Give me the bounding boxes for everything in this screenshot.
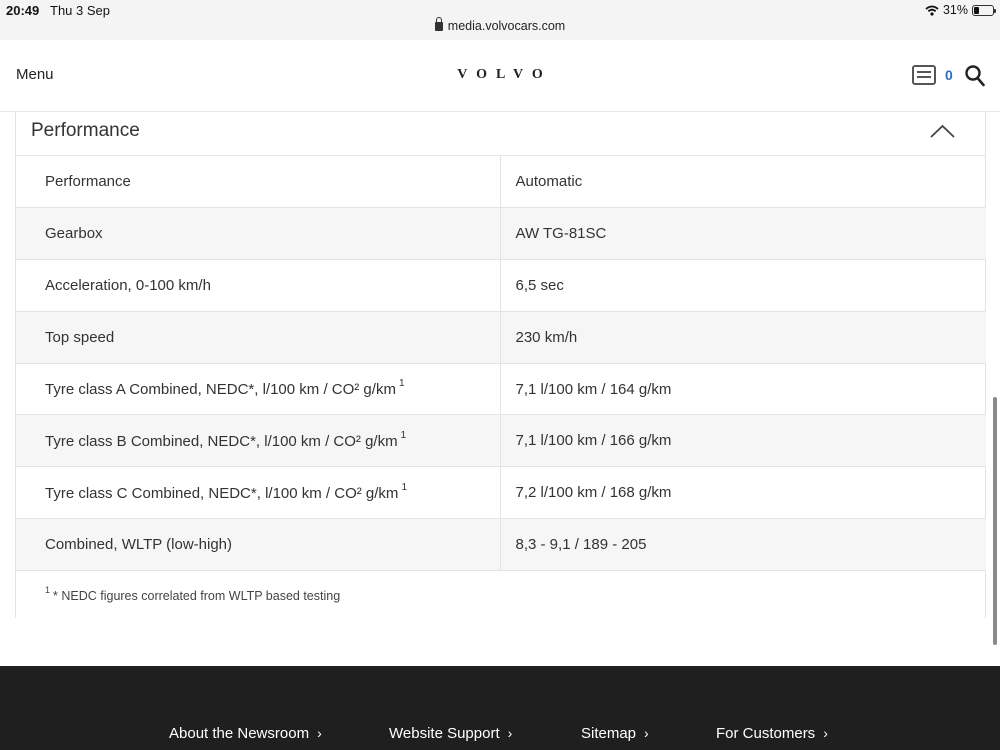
search-icon[interactable]: [965, 65, 985, 87]
spec-label: Performance: [45, 173, 131, 191]
spec-label: Tyre class B Combined, NEDC*, l/100 km /…: [45, 432, 398, 450]
site-header: Menu VOLVO 0: [0, 40, 1000, 112]
spec-value: AW TG-81SC: [500, 207, 986, 261]
status-indicators: 31%: [925, 3, 996, 17]
footer-link-about[interactable]: About the Newsroom ›: [169, 725, 322, 742]
footnote-mark: 1: [45, 584, 51, 595]
spec-value: 7,1 l/100 km / 164 g/km: [500, 363, 986, 416]
spec-value: 230 km/h: [500, 311, 986, 364]
table-row: Combined, WLTP (low-high) 8,3 - 9,1 / 189…: [16, 518, 986, 571]
spec-label: Combined, WLTP (low-high): [45, 535, 233, 553]
table-row: Performance Automatic: [16, 156, 986, 209]
specs-table: Performance Automatic Gearbox AW TG-81SC Acc…: [16, 156, 986, 571]
spec-label: Acceleration, 0-100 km/h: [45, 276, 211, 294]
spec-label: Top speed: [45, 328, 115, 346]
specs-panel: Performance Performance Automatic Gearbox A…: [15, 112, 986, 618]
spec-label-cell: Gearbox: [16, 207, 501, 261]
spec-value: Automatic: [500, 156, 986, 209]
accordion-title: Performance: [31, 120, 140, 141]
cart-count[interactable]: 0: [945, 67, 953, 83]
accordion-header[interactable]: Performance: [16, 112, 985, 156]
footnote-text: * NEDC figures correlated from WLTP base…: [53, 589, 341, 604]
table-row: Acceleration, 0-100 km/h 6,5 sec: [16, 259, 986, 312]
footer-link-label: Sitemap: [581, 725, 637, 742]
footer-link-label: About the Newsroom: [169, 725, 310, 742]
spec-label-cell: Performance: [16, 156, 501, 209]
spec-value: 7,1 l/100 km / 166 g/km: [500, 414, 986, 468]
site-footer: About the Newsroom › Website Support › Sit…: [0, 666, 1000, 750]
spec-value: 8,3 - 9,1 / 189 - 205: [500, 518, 986, 571]
volvo-logo[interactable]: VOLVO: [0, 67, 1000, 83]
footnote: 1 * NEDC figures correlated from WLTP bas…: [16, 571, 985, 603]
battery-percent: 31%: [942, 3, 968, 17]
chevron-right-icon: ›: [823, 725, 828, 741]
table-row: Tyre class A Combined, NEDC*, l/100 km /…: [16, 363, 986, 416]
address-bar[interactable]: media.volvocars.com: [0, 17, 1000, 33]
footer-link-label: Website Support: [389, 725, 500, 742]
table-row: Gearbox AW TG-81SC: [16, 207, 986, 261]
footer-link-support[interactable]: Website Support ›: [389, 725, 512, 742]
table-row: Tyre class B Combined, NEDC*, l/100 km /…: [16, 414, 986, 468]
table-row: Tyre class C Combined, NEDC*, l/100 km /…: [16, 466, 986, 520]
chevron-right-icon: ›: [644, 725, 649, 741]
footer-link-label: For Customers: [716, 725, 816, 742]
chevron-right-icon: ›: [317, 725, 322, 741]
spec-label-cell: Tyre class A Combined, NEDC*, l/100 km /…: [16, 363, 501, 416]
spec-label: Tyre class A Combined, NEDC*, l/100 km /…: [45, 381, 396, 399]
table-row: Top speed 230 km/h: [16, 311, 986, 364]
spec-value: 6,5 sec: [500, 259, 986, 312]
spec-label-cell: Tyre class B Combined, NEDC*, l/100 km /…: [16, 414, 501, 468]
chevron-up-icon[interactable]: [930, 124, 955, 138]
spec-label-cell: Tyre class C Combined, NEDC*, l/100 km /…: [16, 466, 501, 520]
footnote-ref: 1: [401, 481, 407, 493]
wifi-icon: [925, 5, 939, 16]
footer-link-customers[interactable]: For Customers ›: [716, 725, 828, 742]
footnote-ref: 1: [400, 429, 407, 441]
cart-icon[interactable]: [912, 65, 936, 85]
status-time: 20:49: [6, 3, 40, 18]
chevron-right-icon: ›: [507, 725, 513, 741]
spec-label-cell: Combined, WLTP (low-high): [16, 518, 501, 571]
spec-label: Gearbox: [45, 225, 103, 243]
spec-label-cell: Top speed: [16, 311, 501, 364]
spec-label-cell: Acceleration, 0-100 km/h: [16, 259, 501, 312]
spec-label: Tyre class C Combined, NEDC*, l/100 km /…: [45, 484, 399, 502]
status-date: Thu 3 Sep: [50, 3, 110, 18]
status-bar: 20:49 Thu 3 Sep media.volvocars.com 31%: [0, 0, 1000, 40]
footer-link-sitemap[interactable]: Sitemap ›: [581, 725, 649, 742]
address-url: media.volvocars.com: [447, 19, 566, 33]
scrollbar[interactable]: [993, 397, 997, 645]
footnote-ref: 1: [398, 378, 405, 390]
battery-icon: [972, 4, 996, 16]
spec-value: 7,2 l/100 km / 168 g/km: [500, 466, 986, 520]
lock-icon: [434, 17, 443, 31]
